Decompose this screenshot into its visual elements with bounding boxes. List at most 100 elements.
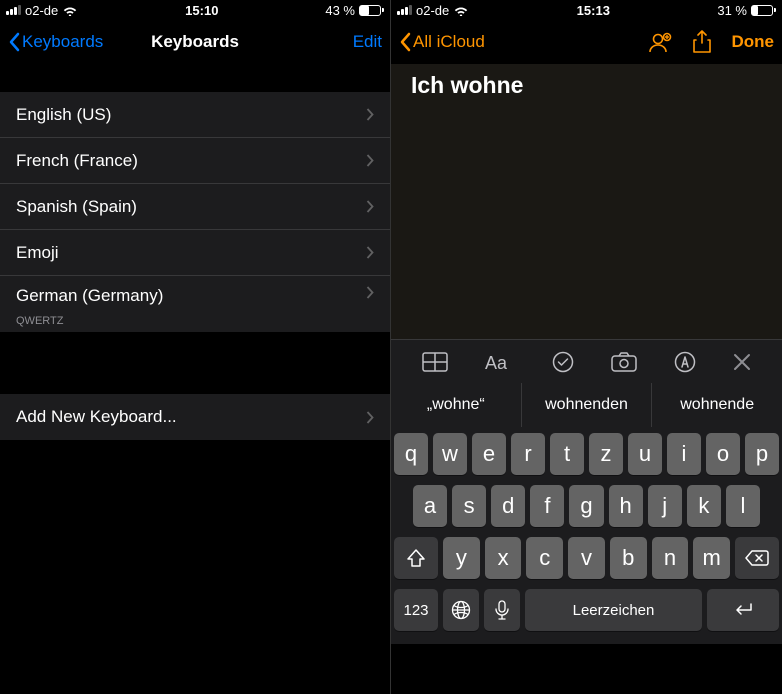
delete-icon	[745, 549, 769, 567]
mic-icon	[495, 600, 509, 620]
key-j[interactable]: j	[648, 485, 682, 527]
status-bar: o2-de 15:13 31 %	[391, 0, 782, 20]
text-format-icon[interactable]: Aa	[485, 352, 515, 372]
chevron-right-icon	[366, 246, 374, 259]
keyboard: q w e r t z u i o p a s d f g h j k l y …	[391, 427, 782, 644]
edit-button[interactable]: Edit	[353, 32, 382, 52]
suggestion[interactable]: wohnende	[652, 383, 782, 427]
battery-pct-label: 43 %	[325, 3, 355, 18]
note-body[interactable]	[391, 107, 782, 339]
collaborate-icon[interactable]	[648, 31, 672, 53]
return-key[interactable]	[707, 589, 779, 631]
key-u[interactable]: u	[628, 433, 662, 475]
nav-title: Keyboards	[151, 32, 239, 52]
key-v[interactable]: v	[568, 537, 605, 579]
keyboard-label: Spanish (Spain)	[16, 197, 137, 217]
key-a[interactable]: a	[413, 485, 447, 527]
chevron-right-icon	[366, 200, 374, 213]
wifi-icon	[62, 4, 78, 16]
shift-key[interactable]	[394, 537, 438, 579]
format-toolbar: Aa	[391, 339, 782, 383]
key-x[interactable]: x	[485, 537, 522, 579]
time-label: 15:10	[185, 3, 218, 18]
chevron-right-icon	[366, 411, 374, 424]
keyboard-sublabel: QWERTZ	[16, 315, 63, 327]
key-n[interactable]: n	[652, 537, 689, 579]
carrier-label: o2-de	[25, 3, 58, 18]
nav-bar: Keyboards Keyboards Edit	[0, 20, 390, 64]
keyboard-row[interactable]: German (Germany) QWERTZ	[0, 276, 390, 332]
key-f[interactable]: f	[530, 485, 564, 527]
key-k[interactable]: k	[687, 485, 721, 527]
key-l[interactable]: l	[726, 485, 760, 527]
close-toolbar-icon[interactable]	[733, 353, 751, 371]
camera-icon[interactable]	[611, 352, 637, 372]
keyboard-row-1: q w e r t z u i o p	[394, 433, 779, 475]
back-label: All iCloud	[413, 32, 485, 52]
suggestion-bar: „wohne“ wohnenden wohnende	[391, 383, 782, 427]
keyboard-list: English (US) French (France) Spanish (Sp…	[0, 92, 390, 332]
key-m[interactable]: m	[693, 537, 730, 579]
key-d[interactable]: d	[491, 485, 525, 527]
key-q[interactable]: q	[394, 433, 428, 475]
chevron-right-icon	[366, 286, 374, 299]
add-keyboard-section: Add New Keyboard...	[0, 394, 390, 440]
keyboard-row[interactable]: Spanish (Spain)	[0, 184, 390, 230]
key-p[interactable]: p	[745, 433, 779, 475]
key-z[interactable]: z	[589, 433, 623, 475]
battery-pct-label: 31 %	[717, 3, 747, 18]
table-icon[interactable]	[422, 352, 448, 372]
globe-icon	[451, 600, 471, 620]
keyboard-row-4: 123 Leerzeichen	[394, 589, 779, 631]
suggestion[interactable]: „wohne“	[391, 383, 522, 427]
globe-key[interactable]	[443, 589, 479, 631]
settings-keyboards-screen: o2-de 15:10 43 % Keyboards Keyboards Edi…	[0, 0, 391, 694]
signal-icon	[6, 5, 21, 15]
battery-icon	[751, 5, 776, 16]
share-icon[interactable]	[692, 30, 712, 54]
add-keyboard-label: Add New Keyboard...	[16, 407, 177, 427]
back-button[interactable]: All iCloud	[399, 32, 485, 52]
key-b[interactable]: b	[610, 537, 647, 579]
nav-bar: All iCloud Done	[391, 20, 782, 64]
keyboard-row[interactable]: Emoji	[0, 230, 390, 276]
key-g[interactable]: g	[569, 485, 603, 527]
keyboard-label: English (US)	[16, 105, 111, 125]
space-key[interactable]: Leerzeichen	[525, 589, 702, 631]
return-icon	[732, 602, 754, 618]
numbers-key[interactable]: 123	[394, 589, 438, 631]
key-r[interactable]: r	[511, 433, 545, 475]
key-o[interactable]: o	[706, 433, 740, 475]
key-t[interactable]: t	[550, 433, 584, 475]
key-w[interactable]: w	[433, 433, 467, 475]
keyboard-row-3: y x c v b n m	[394, 537, 779, 579]
note-title[interactable]: Ich wohne	[391, 64, 782, 107]
back-button[interactable]: Keyboards	[8, 32, 103, 52]
key-e[interactable]: e	[472, 433, 506, 475]
chevron-left-icon	[8, 32, 20, 52]
checklist-icon[interactable]	[552, 351, 574, 373]
wifi-icon	[453, 4, 469, 16]
shift-icon	[406, 549, 426, 567]
chevron-left-icon	[399, 32, 411, 52]
battery-icon	[359, 5, 384, 16]
markup-icon[interactable]	[674, 351, 696, 373]
add-keyboard-row[interactable]: Add New Keyboard...	[0, 394, 390, 440]
keyboard-label: Emoji	[16, 243, 59, 263]
delete-key[interactable]	[735, 537, 779, 579]
keyboard-row[interactable]: English (US)	[0, 92, 390, 138]
key-y[interactable]: y	[443, 537, 480, 579]
carrier-label: o2-de	[416, 3, 449, 18]
svg-text:Aa: Aa	[485, 353, 508, 372]
keyboard-row-2: a s d f g h j k l	[394, 485, 779, 527]
key-h[interactable]: h	[609, 485, 643, 527]
dictation-key[interactable]	[484, 589, 520, 631]
notes-editor-screen: o2-de 15:13 31 % All iCloud Done Ich woh…	[391, 0, 782, 694]
key-s[interactable]: s	[452, 485, 486, 527]
suggestion[interactable]: wohnenden	[522, 383, 653, 427]
key-i[interactable]: i	[667, 433, 701, 475]
key-c[interactable]: c	[526, 537, 563, 579]
time-label: 15:13	[577, 3, 610, 18]
keyboard-row[interactable]: French (France)	[0, 138, 390, 184]
done-button[interactable]: Done	[732, 32, 775, 52]
